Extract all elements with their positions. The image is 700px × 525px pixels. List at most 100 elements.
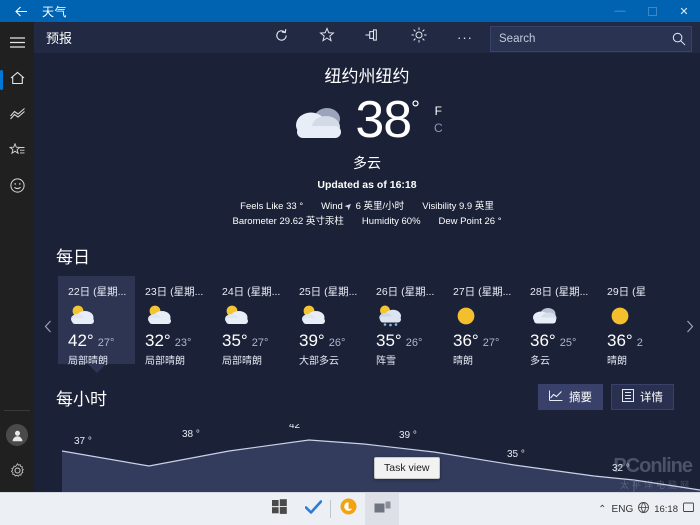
snow-shower-icon: [376, 303, 443, 329]
daily-card[interactable]: 23日 (星期... 32° 23° 局部晴朗: [135, 276, 212, 367]
browser-button[interactable]: [331, 493, 365, 525]
daily-card[interactable]: 27日 (星期... 36° 27° 晴朗: [443, 276, 520, 367]
daily-card-desc: 局部晴朗: [222, 356, 262, 367]
command-bar-icons: ···: [258, 22, 488, 53]
blue-check-icon: [304, 499, 322, 519]
sidebar-item-feedback[interactable]: [0, 170, 34, 206]
current-temp-row: 38° F C: [34, 89, 700, 151]
pin-button[interactable]: [350, 22, 396, 53]
unit-toggle[interactable]: F C: [434, 103, 443, 137]
degree-symbol: °: [411, 96, 420, 121]
window-title: 天气: [42, 4, 68, 19]
chart-point-label: 32 °: [612, 463, 630, 474]
detail-label: Visibility: [422, 201, 457, 212]
summary-button[interactable]: 摘要: [538, 384, 603, 410]
detail-visibility: Visibility 9.9 英里: [422, 199, 494, 214]
detail-value: 60%: [401, 216, 421, 227]
minimize-button[interactable]: —: [604, 0, 636, 22]
sidebar-item-account[interactable]: [0, 417, 34, 453]
theme-button[interactable]: [396, 22, 442, 53]
sidebar-item-maps[interactable]: [0, 98, 34, 134]
search-box[interactable]: Search: [490, 26, 692, 52]
ime-icon[interactable]: [638, 502, 650, 516]
details-row-2: Barometer 29.62 英寸汞柱 Humidity 60% Dew Po…: [34, 214, 700, 229]
line-chart-icon: [549, 390, 563, 404]
chart-point-label: 35 °: [507, 449, 525, 460]
hamburger-icon[interactable]: [0, 22, 34, 62]
daily-card[interactable]: 29日 (星 36° 2 晴朗: [597, 276, 674, 367]
back-arrow-icon[interactable]: [0, 0, 42, 22]
start-button[interactable]: [262, 493, 296, 525]
chart-point-label: 37 °: [74, 436, 92, 447]
daily-card-date: 23日 (星期...: [145, 286, 204, 298]
unit-celsius[interactable]: C: [434, 120, 443, 137]
browser-icon: [340, 498, 357, 520]
sidebar-item-settings[interactable]: [0, 453, 34, 493]
chart-point-label: 39 °: [399, 430, 417, 441]
hourly-chart-svg: [61, 439, 700, 493]
favorites-star-icon: [8, 142, 25, 162]
daily-card-date: 28日 (星期...: [530, 286, 589, 298]
daily-card[interactable]: 26日 (星期... 35° 26° 阵雪: [366, 276, 443, 367]
search-icon[interactable]: [667, 32, 691, 46]
notification-icon[interactable]: [683, 502, 694, 516]
unit-fahrenheit[interactable]: F: [434, 103, 443, 120]
language-indicator[interactable]: ENG: [612, 504, 634, 515]
current-temperature: 38: [355, 91, 412, 149]
daily-card-desc: 晴朗: [607, 356, 627, 367]
favorite-button[interactable]: [304, 22, 350, 53]
ellipsis-icon: ···: [457, 30, 473, 45]
search-input[interactable]: Search: [491, 33, 667, 45]
daily-card[interactable]: 22日 (星期... 42° 27° 局部晴朗: [58, 276, 135, 373]
clock[interactable]: 16:18: [654, 504, 678, 515]
window-title-bar: 天气 — ✕: [0, 0, 700, 22]
detail-label: Barometer: [232, 216, 277, 227]
task-view-button[interactable]: [365, 493, 399, 525]
daily-card-low: 27°: [482, 337, 500, 349]
daily-card[interactable]: 24日 (星期... 35° 27° 局部晴朗: [212, 276, 289, 367]
daily-card-desc: 大部多云: [299, 356, 339, 367]
partly-sunny-icon: [145, 303, 212, 329]
more-options-button[interactable]: ···: [442, 22, 488, 53]
daily-card-high: 39°: [299, 331, 325, 350]
detail-barometer: Barometer 29.62 英寸汞柱: [233, 214, 344, 229]
pin-icon: [364, 28, 382, 47]
daily-card-date: 22日 (星期...: [68, 286, 127, 298]
sidebar-item-favorites[interactable]: [0, 134, 34, 170]
daily-card[interactable]: 28日 (星期... 36° 25° 多云: [520, 276, 597, 367]
daily-card-date: 26日 (星期...: [376, 286, 435, 298]
detail-label: Dew Point: [438, 216, 482, 227]
daily-card-date: 24日 (星期...: [222, 286, 281, 298]
todo-button[interactable]: [296, 493, 330, 525]
weather-app-screen: 天气 — ✕ 预报 ··· Search 纽约州纽约 38° F C 多云 Up…: [0, 0, 700, 525]
daily-card[interactable]: 25日 (星期... 39° 26° 大部多云: [289, 276, 366, 367]
details-button[interactable]: 详情: [611, 384, 674, 410]
current-condition-text: 多云: [353, 155, 381, 171]
sidebar-item-home[interactable]: [0, 62, 34, 98]
detail-value: 29.62 英寸汞柱: [279, 216, 344, 227]
daily-card-low: 25°: [559, 337, 577, 349]
gear-icon: [10, 463, 25, 483]
detail-dew-point: Dew Point 26 °: [439, 214, 502, 229]
person-avatar-icon: [6, 424, 28, 446]
current-conditions: 纽约州纽约 38° F C 多云 Updated as of 16:18 Fee…: [34, 53, 700, 229]
cloudy-icon: [530, 303, 597, 329]
daily-card-temps: 42° 27°: [68, 331, 135, 351]
daily-card-high: 36°: [530, 331, 556, 350]
chevron-left-icon[interactable]: [40, 306, 56, 346]
daily-card-high: 36°: [453, 331, 479, 350]
close-button[interactable]: ✕: [668, 0, 700, 22]
hourly-chart[interactable]: 37 ° 38 ° 42 ° 39 ° 35 ° 32 °: [34, 424, 700, 493]
daily-card-high: 35°: [376, 331, 402, 350]
hourly-header: 每小时 摘要 详情: [34, 384, 700, 410]
detail-value: 26 °: [484, 216, 502, 227]
chart-point-label: 38 °: [182, 429, 200, 440]
summary-button-label: 摘要: [569, 392, 592, 404]
maximize-button[interactable]: [636, 0, 668, 22]
chevron-right-icon[interactable]: [682, 306, 698, 346]
show-hidden-icons[interactable]: ⌃: [598, 504, 606, 515]
partly-sunny-icon: [68, 303, 135, 329]
system-tray: ⌃ ENG 16:18: [598, 502, 700, 516]
refresh-button[interactable]: [258, 22, 304, 53]
daily-card-temps: 35° 27°: [222, 331, 289, 351]
